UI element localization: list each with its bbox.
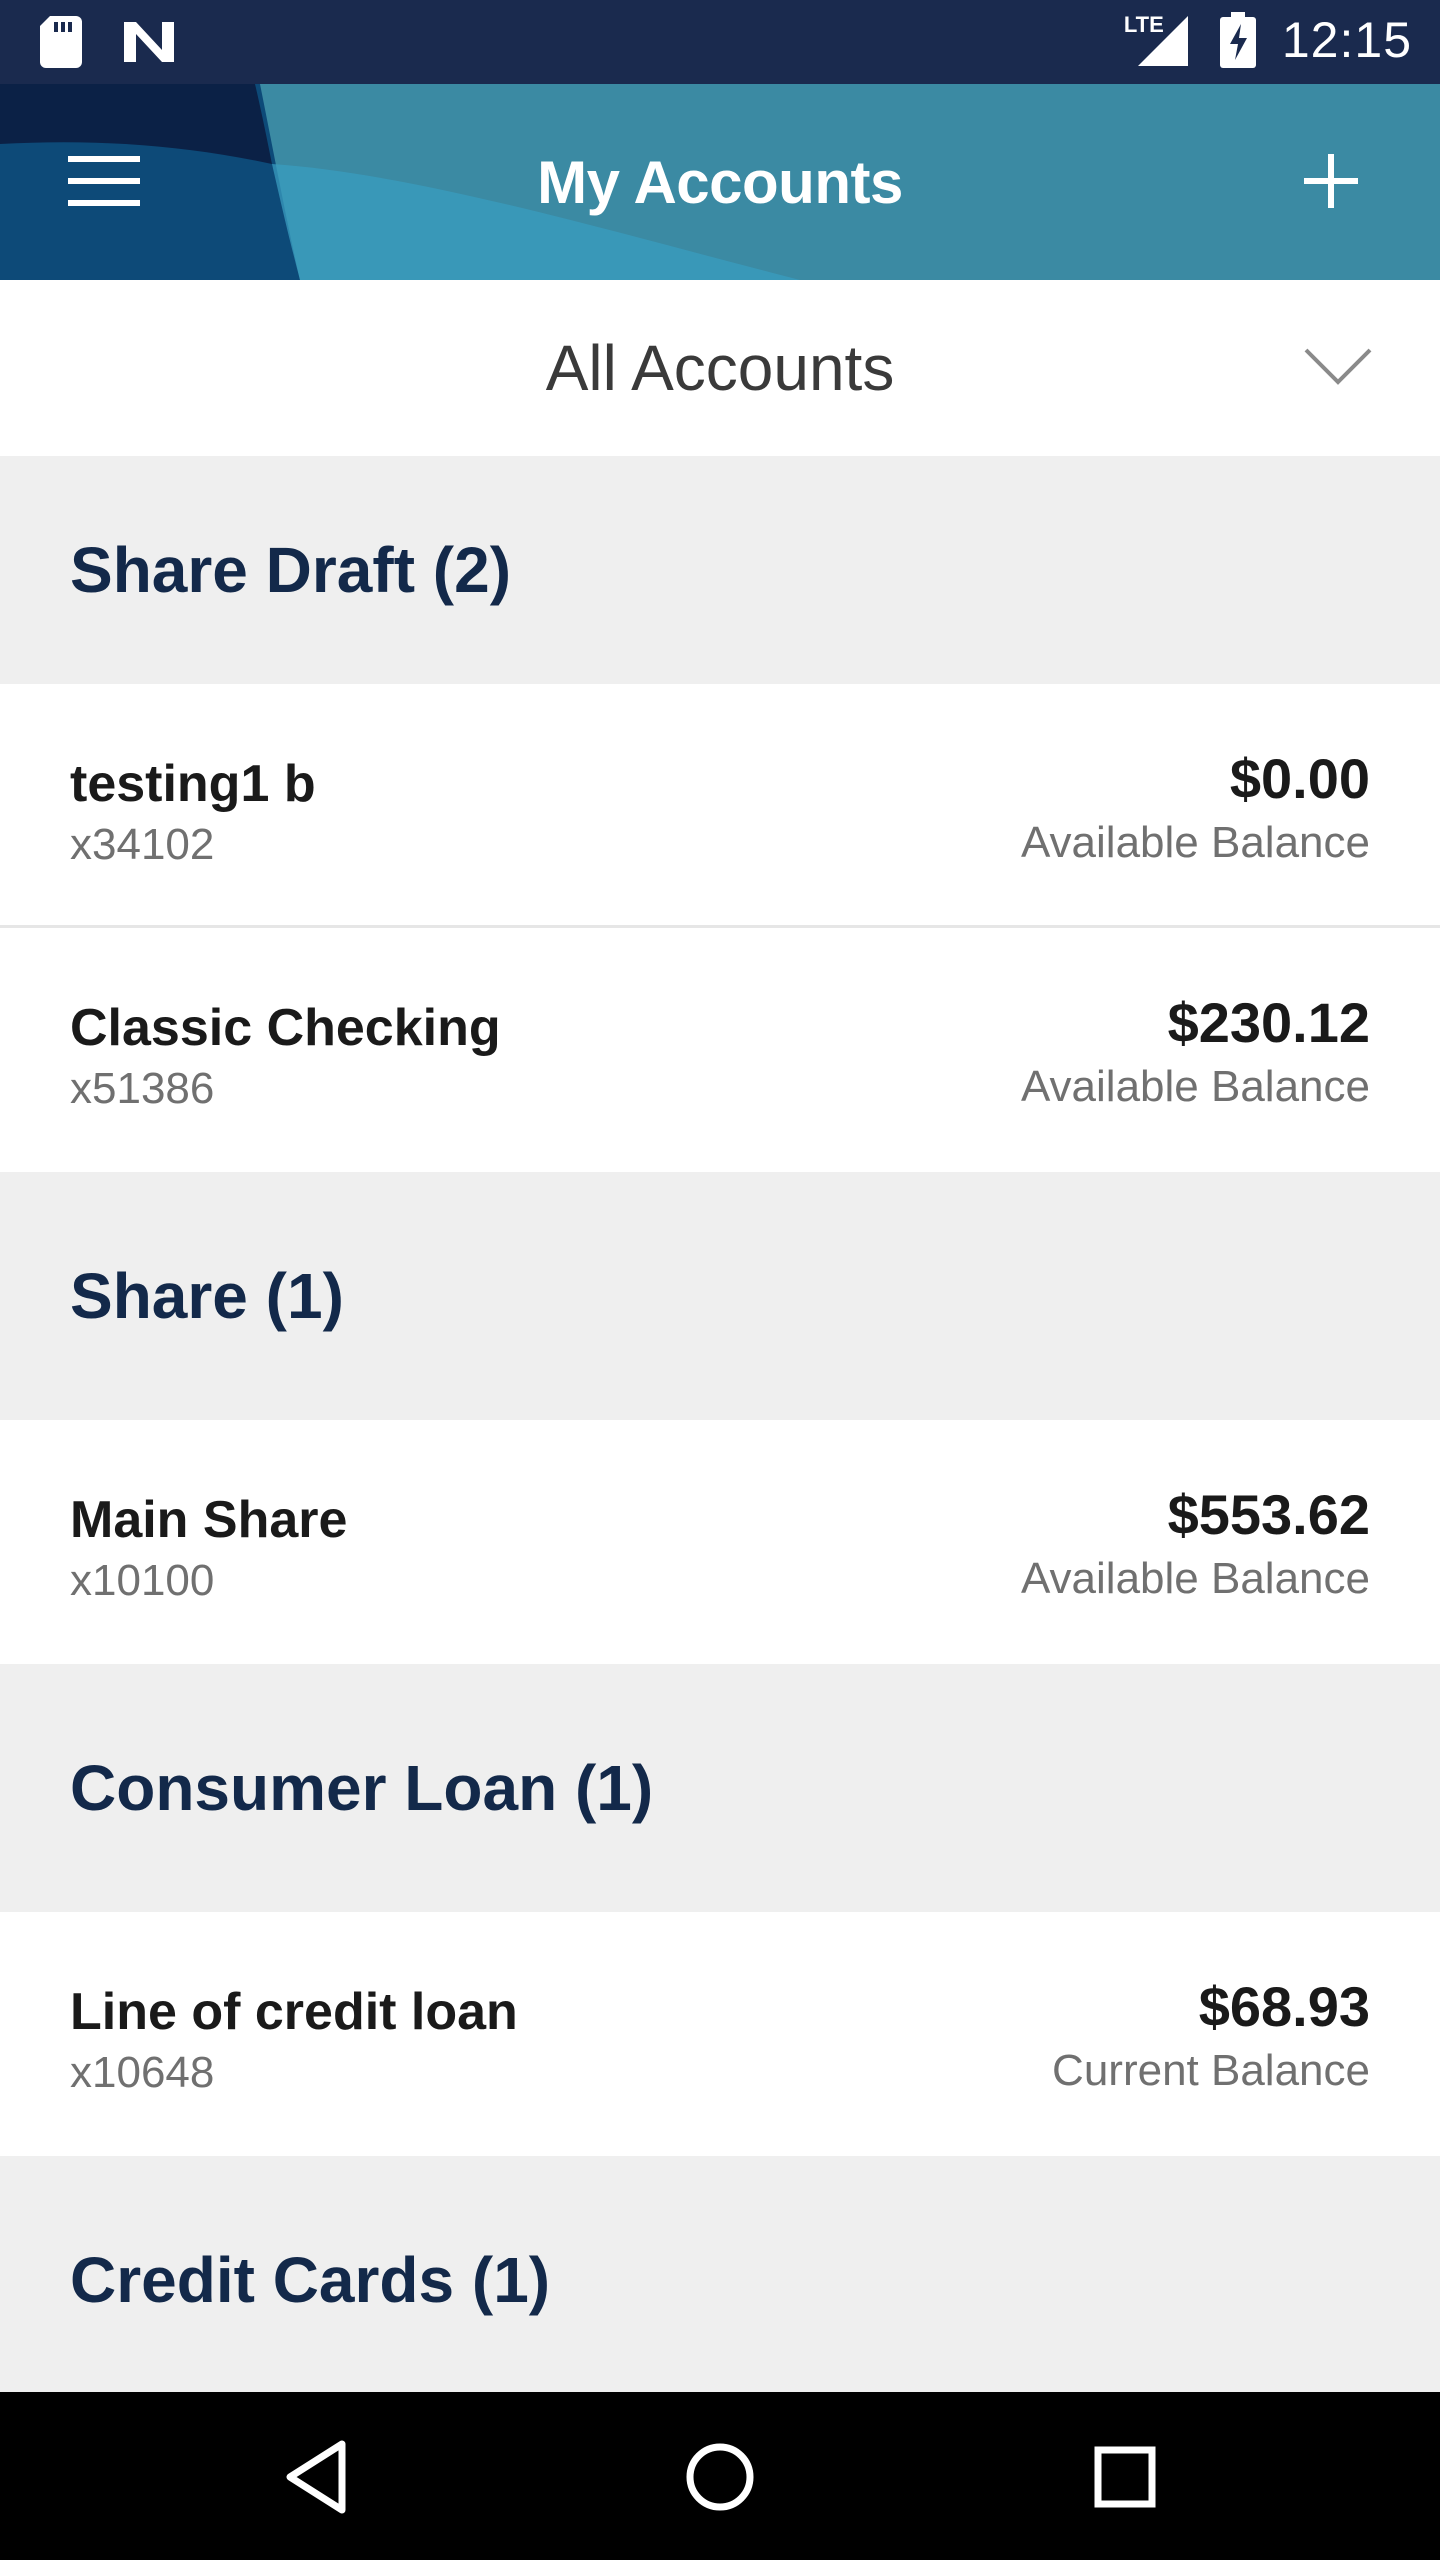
account-row[interactable]: Line of credit loan x10648 $68.93 Curren… bbox=[0, 1912, 1440, 2156]
home-button[interactable] bbox=[675, 2432, 765, 2522]
page-title: My Accounts bbox=[537, 148, 903, 216]
account-row[interactable]: testing1 b x34102 $0.00 Available Balanc… bbox=[0, 684, 1440, 928]
section-header-share-draft: Share Draft (2) bbox=[0, 456, 1440, 684]
balance-label: Available Balance bbox=[1021, 818, 1370, 867]
account-filter-dropdown[interactable]: All Accounts bbox=[0, 280, 1440, 456]
app-bar: My Accounts bbox=[0, 84, 1440, 280]
account-number: x34102 bbox=[70, 820, 215, 869]
section-header-credit-cards: Credit Cards (1) bbox=[0, 2156, 1440, 2404]
account-row[interactable]: Main Share x10100 $553.62 Available Bala… bbox=[0, 1420, 1440, 1664]
status-bar: LTE 12:15 bbox=[0, 0, 1440, 84]
signal-icon: LTE bbox=[1124, 10, 1194, 70]
recents-button[interactable] bbox=[1080, 2432, 1170, 2522]
chevron-down-icon bbox=[1304, 348, 1372, 385]
account-amount: $68.93 bbox=[1198, 1975, 1370, 2038]
account-name: Main Share bbox=[70, 1491, 348, 1549]
account-amount: $230.12 bbox=[1167, 991, 1370, 1054]
balance-label: Current Balance bbox=[1052, 2046, 1370, 2095]
account-number: x51386 bbox=[70, 1064, 215, 1113]
system-nav-bar bbox=[0, 2392, 1440, 2560]
section-header-consumer-loan: Consumer Loan (1) bbox=[0, 1664, 1440, 1912]
account-name: Line of credit loan bbox=[70, 1983, 518, 2041]
sd-card-icon bbox=[40, 16, 82, 68]
balance-label: Available Balance bbox=[1021, 1554, 1370, 1603]
add-account-button[interactable] bbox=[1292, 142, 1372, 222]
status-time: 12:15 bbox=[1281, 12, 1412, 68]
back-button[interactable] bbox=[272, 2432, 362, 2522]
plus-icon bbox=[1304, 154, 1358, 208]
home-circle-icon bbox=[686, 2443, 754, 2511]
n-logo-icon bbox=[124, 22, 174, 62]
accounts-list: Share Draft (2) testing1 b x34102 $0.00 … bbox=[0, 456, 1440, 2404]
balance-label: Available Balance bbox=[1021, 1062, 1370, 1111]
account-name: Classic Checking bbox=[70, 999, 501, 1057]
account-name: testing1 b bbox=[70, 755, 316, 813]
account-number: x10100 bbox=[70, 1556, 215, 1605]
account-row[interactable]: Classic Checking x51386 $230.12 Availabl… bbox=[0, 928, 1440, 1172]
account-number: x10648 bbox=[70, 2048, 215, 2097]
section-header-share: Share (1) bbox=[0, 1172, 1440, 1420]
account-amount: $0.00 bbox=[1229, 747, 1370, 810]
account-amount: $553.62 bbox=[1167, 1483, 1370, 1546]
back-triangle-icon bbox=[286, 2440, 346, 2514]
battery-charging-icon bbox=[1219, 12, 1256, 68]
account-filter-label: All Accounts bbox=[545, 332, 895, 404]
recents-square-icon bbox=[1094, 2446, 1156, 2508]
